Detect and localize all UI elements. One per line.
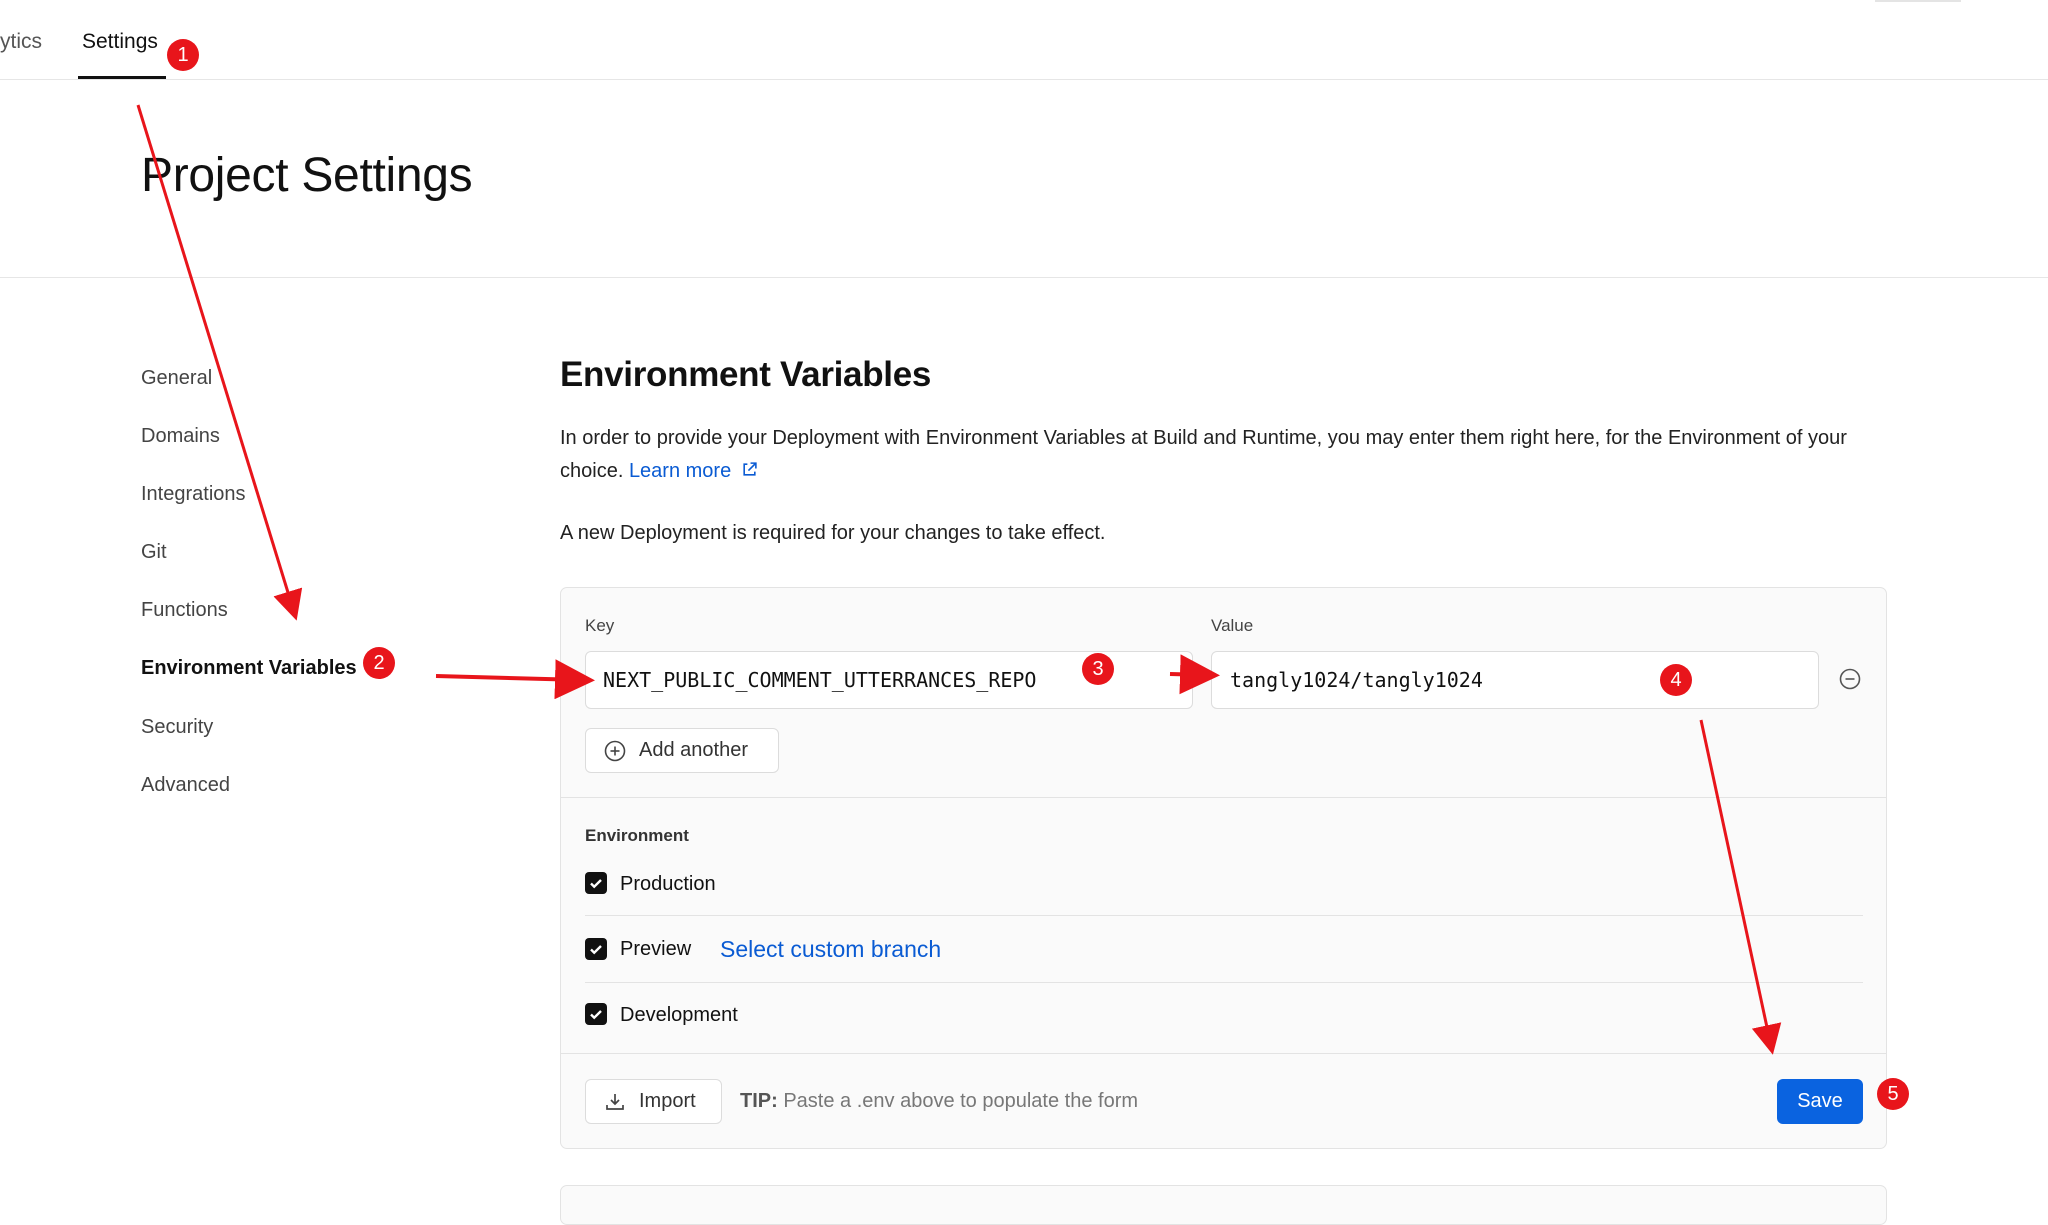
annotation-badge-3: 3 xyxy=(1082,653,1114,685)
sidebar-item-domains[interactable]: Domains xyxy=(141,425,220,448)
annotation-badge-4: 4 xyxy=(1660,664,1692,696)
key-label: Key xyxy=(585,616,615,635)
top-navigation xyxy=(0,0,2048,80)
development-label: Development xyxy=(620,1004,738,1026)
value-label: Value xyxy=(1211,616,1254,635)
learn-more-link[interactable]: Learn more xyxy=(629,460,758,482)
development-checkbox[interactable] xyxy=(585,1003,607,1025)
tab-analytics[interactable]: ytics xyxy=(0,30,42,54)
sidebar-item-security[interactable]: Security xyxy=(141,716,213,739)
learn-more-label: Learn more xyxy=(628,460,732,482)
sidebar-item-integrations[interactable]: Integrations xyxy=(141,483,246,506)
active-tab-indicator xyxy=(78,76,166,79)
import-label: Import xyxy=(639,1090,696,1112)
checkmark-icon xyxy=(590,945,602,955)
page-title: Project Settings xyxy=(141,149,473,202)
download-icon xyxy=(606,1094,624,1110)
annotation-badge-1: 1 xyxy=(167,39,199,71)
preview-label: Preview xyxy=(620,938,692,960)
section-description: In order to provide your Deployment with… xyxy=(560,422,1900,488)
tip-prefix: TIP: xyxy=(740,1090,778,1112)
sidebar-item-functions[interactable]: Functions xyxy=(141,599,228,622)
preview-checkbox[interactable] xyxy=(585,938,607,960)
deployment-notice: A new Deployment is required for your ch… xyxy=(560,522,1106,544)
add-another-label: Add another xyxy=(639,739,748,761)
tip-body: Paste a .env above to populate the form xyxy=(777,1090,1139,1112)
save-label: Save xyxy=(1797,1090,1843,1112)
checkmark-icon xyxy=(590,879,602,889)
row-divider xyxy=(585,915,1863,916)
card-footer-divider xyxy=(561,1053,1886,1054)
sidebar-item-environment-variables[interactable]: Environment Variables xyxy=(141,657,357,680)
annotation-badge-5: 5 xyxy=(1877,1078,1909,1110)
remove-row-icon[interactable] xyxy=(1838,667,1862,691)
card-divider xyxy=(561,797,1886,798)
plus-circle-icon xyxy=(604,740,626,762)
next-card xyxy=(560,1185,1887,1225)
key-input-value: NEXT_PUBLIC_COMMENT_UTTERRANCES_REPO xyxy=(603,668,1037,692)
sidebar-item-general[interactable]: General xyxy=(141,367,212,390)
production-label: Production xyxy=(620,873,716,895)
tip-text: TIP: Paste a .env above to populate the … xyxy=(740,1090,1138,1113)
section-title: Environment Variables xyxy=(560,355,932,394)
checkmark-icon xyxy=(590,1010,602,1020)
header-divider xyxy=(0,277,2048,278)
sidebar-item-git[interactable]: Git xyxy=(141,541,167,564)
external-link-icon xyxy=(743,462,757,476)
annotation-badge-2: 2 xyxy=(363,647,395,679)
value-input-value: tangly1024/tangly1024 xyxy=(1230,668,1483,692)
row-divider xyxy=(585,982,1863,983)
environment-label: Environment xyxy=(585,826,689,845)
sidebar-item-advanced[interactable]: Advanced xyxy=(141,774,230,797)
tab-settings[interactable]: Settings xyxy=(82,30,158,54)
top-right-edge xyxy=(1875,0,1961,2)
select-custom-branch-link[interactable]: Select custom branch xyxy=(720,936,941,963)
production-checkbox[interactable] xyxy=(585,872,607,894)
